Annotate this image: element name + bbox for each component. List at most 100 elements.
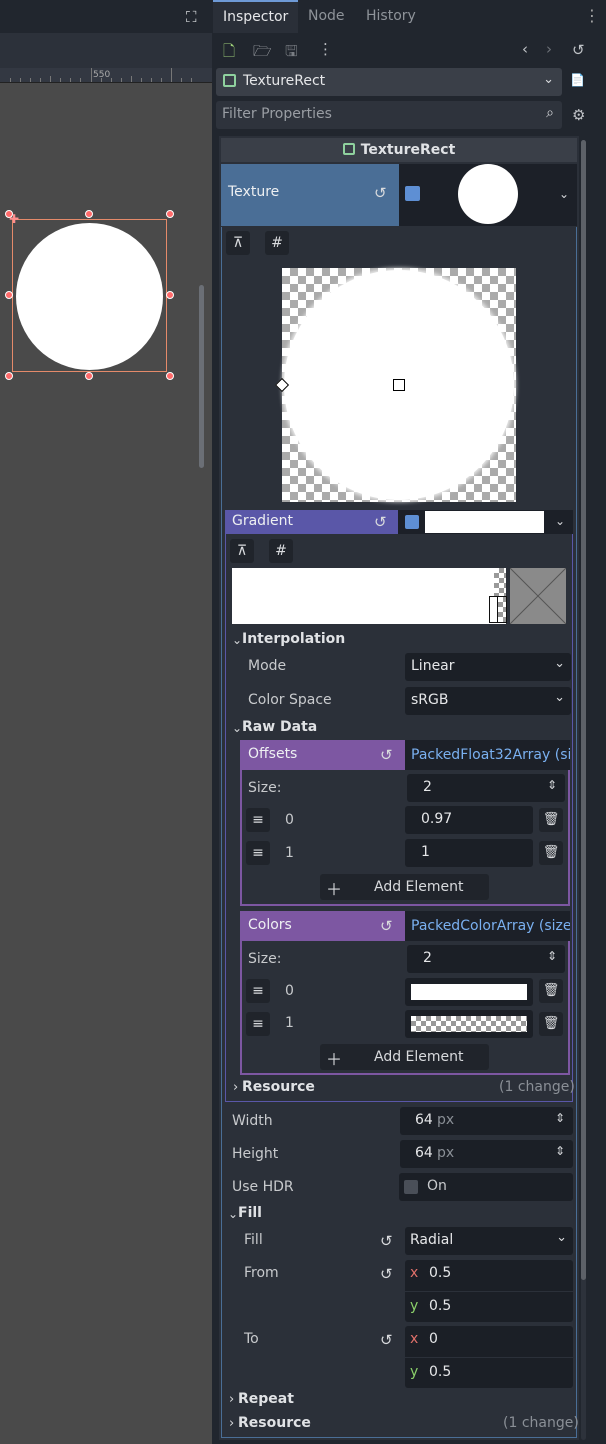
new-resource-icon[interactable]: 🗋 [223,41,235,66]
y-axis-label: y [410,1364,419,1380]
revert-icon[interactable]: ↺ [380,1331,393,1349]
delete-icon[interactable]: 🗑 [539,808,563,832]
expand-arrow-icon[interactable]: › [229,1416,234,1431]
from-handle[interactable] [393,379,405,391]
canvas-viewport[interactable] [0,0,212,1444]
expand-arrow-icon[interactable]: › [233,1080,238,1095]
mode-dropdown[interactable]: Linear ⌄ [405,653,571,681]
expand-icon[interactable]: ⛶ [186,8,197,26]
object-history-icon[interactable]: ↺ [572,41,585,59]
offset-value-field[interactable]: 1 [405,839,533,867]
drag-handle-icon[interactable]: ≡ [246,979,270,1003]
to-vector-field[interactable]: x 0 y 0.5 [405,1326,573,1388]
selection-handle[interactable] [85,210,93,218]
width-label: Width [232,1113,273,1129]
gradient-stop-handle[interactable] [497,596,507,623]
delete-icon[interactable]: 🗑 [539,979,563,1003]
from-label: From [244,1265,279,1281]
height-spinbox[interactable]: 64 px ⇕ [400,1140,573,1168]
color-space-value: sRGB [411,692,449,708]
colors-size-label: Size: [248,951,282,967]
color-picker-button[interactable] [405,978,533,1006]
selection-rect[interactable] [12,219,167,372]
chevron-down-icon[interactable]: ⌄ [555,514,565,528]
filter-properties-input[interactable]: Filter Properties ⌕ [216,101,562,129]
fill-header[interactable]: Fill [238,1205,262,1221]
offsets-size-spinbox[interactable]: 2 ⇕ [407,774,565,802]
expand-arrow-icon[interactable]: › [229,1392,234,1407]
repeat-header[interactable]: Repeat [238,1391,294,1407]
delete-icon[interactable]: 🗑 [539,1012,563,1036]
revert-icon[interactable]: ↺ [380,1232,393,1250]
color-index: 0 [285,983,294,999]
grid-snap-icon[interactable]: # [265,231,289,255]
offset-value-field[interactable]: 0.97 [405,806,533,834]
collapse-icon[interactable]: ⌄ [228,1207,238,1221]
selection-handle[interactable] [5,372,13,380]
dock-menu-icon[interactable]: ⋮ [584,6,600,25]
doc-icon[interactable]: 📄 [570,73,585,87]
offset-index: 0 [285,812,294,828]
align-icon[interactable]: ⊼ [226,231,250,255]
from-y-value[interactable]: 0.5 [429,1298,451,1314]
colors-add-element-button[interactable]: ＋ Add Element [320,1044,489,1070]
from-vector-field[interactable]: x 0.5 y 0.5 [405,1260,573,1322]
section-header[interactable]: TextureRect [221,138,577,162]
offsets-array-button[interactable]: PackedFloat32Array (si [405,740,570,770]
x-axis-label: x [410,1331,419,1347]
selection-handle[interactable] [166,291,174,299]
width-spinbox[interactable]: 64 px ⇕ [400,1107,573,1135]
fill-dropdown[interactable]: Radial ⌄ [405,1227,573,1255]
collapse-icon[interactable]: ⌄ [232,721,242,735]
selection-handle[interactable] [85,372,93,380]
offsets-add-element-button[interactable]: ＋ Add Element [320,874,489,900]
pivot-icon: ✚ [9,212,20,226]
property-tools-icon[interactable]: ⚙ [572,106,585,124]
save-icon[interactable]: 🖫 [285,41,298,66]
collapse-icon[interactable]: ⌄ [232,633,242,647]
tab-inspector[interactable]: Inspector [213,0,299,33]
interpolation-header[interactable]: Interpolation [242,631,345,647]
to-x-value[interactable]: 0 [429,1331,438,1347]
revert-icon[interactable]: ↺ [374,513,387,531]
selection-handle[interactable] [166,210,174,218]
raw-data-header[interactable]: Raw Data [242,719,317,735]
use-hdr-checkbox[interactable]: On [399,1173,573,1201]
history-back-icon[interactable]: ‹ [522,40,528,58]
drag-handle-icon[interactable]: ≡ [246,841,270,865]
node-selector[interactable]: TextureRect ⌄ [216,68,562,96]
inspector-scrollbar[interactable] [581,140,586,1280]
revert-icon[interactable]: ↺ [380,1265,393,1283]
add-element-label: Add Element [374,879,464,895]
height-value: 64 [415,1145,433,1161]
grid-snap-icon[interactable]: # [269,539,293,563]
revert-icon[interactable]: ↺ [374,184,387,202]
history-forward-icon[interactable]: › [546,40,552,58]
selection-handle[interactable] [166,372,174,380]
viewport-scrollbar[interactable] [199,285,204,468]
color-space-dropdown[interactable]: sRGB ⌄ [405,687,571,715]
colors-array-button[interactable]: PackedColorArray (size [405,911,570,941]
more-options-icon[interactable]: ⋮ [318,40,333,58]
from-x-value[interactable]: 0.5 [429,1265,451,1281]
to-y-value[interactable]: 0.5 [429,1364,451,1380]
revert-icon[interactable]: ↺ [380,746,393,764]
chevron-down-icon[interactable]: ⌄ [559,187,569,201]
selection-handle[interactable] [5,291,13,299]
delete-icon[interactable]: 🗑 [539,841,563,865]
drag-handle-icon[interactable]: ≡ [246,808,270,832]
gradient-editor-bar[interactable] [232,568,506,624]
filter-placeholder: Filter Properties [222,106,332,122]
colors-size-spinbox[interactable]: 2 ⇕ [407,945,565,973]
open-folder-icon[interactable]: 🗁 [253,41,272,66]
texture-thumbnail [458,164,518,224]
gradient-color-swatch[interactable] [509,567,567,625]
color-picker-button[interactable] [405,1010,533,1038]
resource-header[interactable]: Resource [238,1415,311,1431]
revert-icon[interactable]: ↺ [380,917,393,935]
drag-handle-icon[interactable]: ≡ [246,1012,270,1036]
tab-node[interactable]: Node [298,0,355,33]
tab-history[interactable]: History [356,0,426,33]
align-icon[interactable]: ⊼ [230,539,254,563]
gradient-resource-header[interactable]: Resource [242,1079,315,1095]
